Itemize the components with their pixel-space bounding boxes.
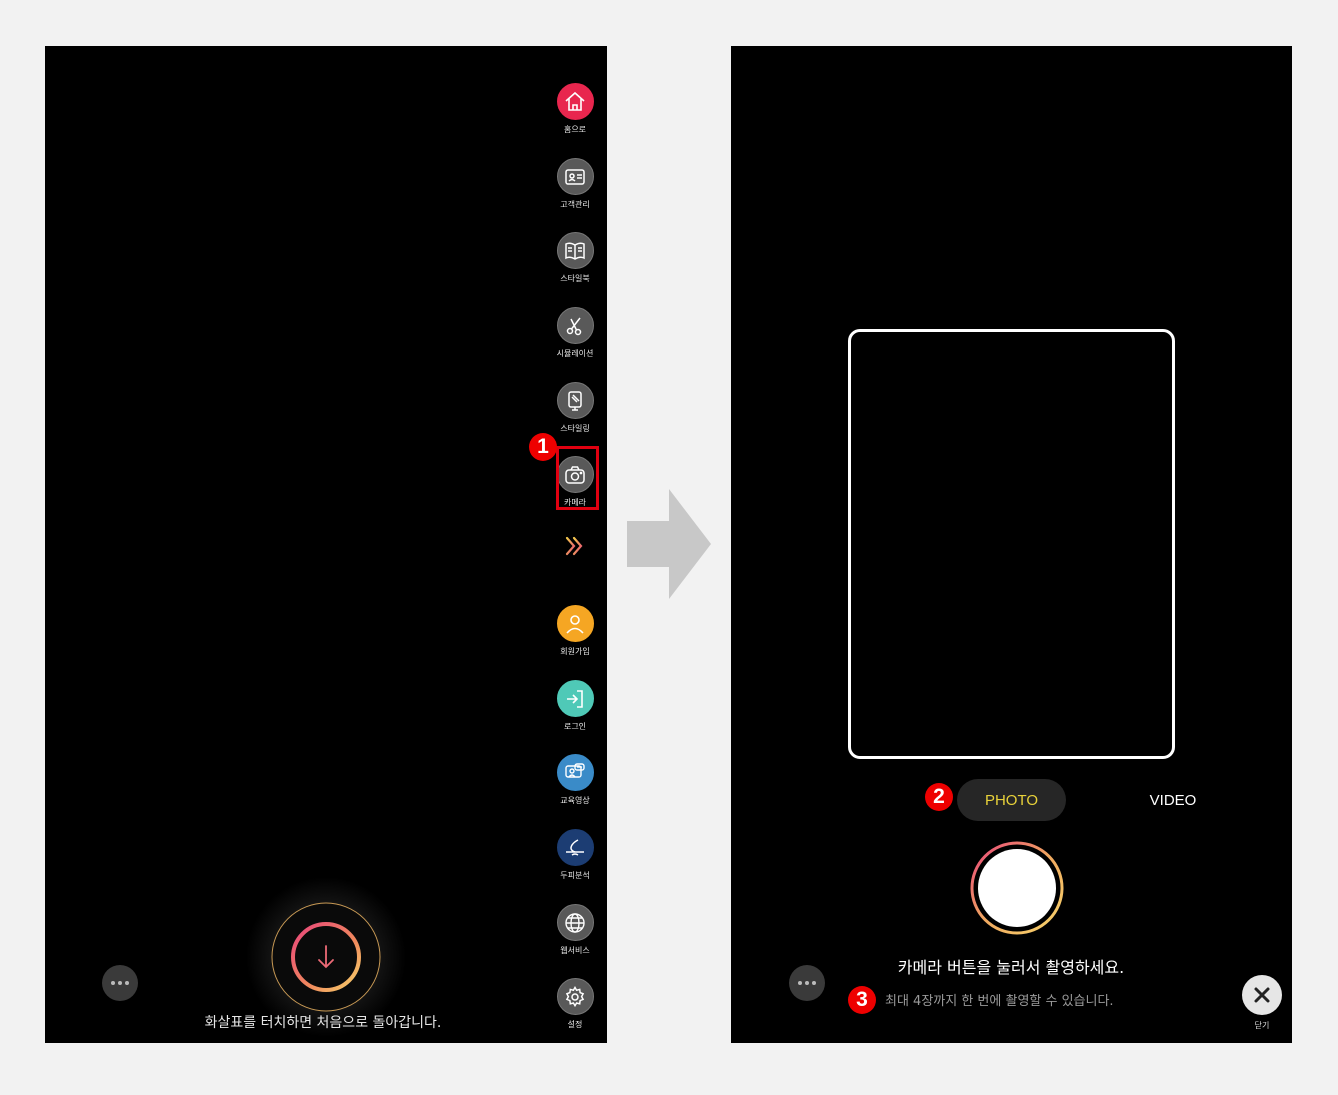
sidebar-label: 로그인 [563, 722, 587, 731]
sidebar-label: 두피분석 [560, 871, 590, 880]
close-icon [1242, 975, 1282, 1015]
right-screen: 2 PHOTO VIDEO 카메라 버튼을 눌러서 촬영하세요. 3 최대 4장… [731, 46, 1292, 1043]
step-badge-1: 1 [529, 433, 557, 461]
expand-chevron-icon[interactable] [562, 533, 588, 559]
sidebar-item-login[interactable]: 로그인 [545, 680, 605, 732]
gear-icon [556, 978, 594, 1015]
sidebar-label: 웹서비스 [560, 946, 590, 955]
close-label: 닫기 [1254, 1021, 1270, 1030]
sidebar-label: 설정 [567, 1020, 583, 1029]
dot [812, 981, 816, 985]
sidebar-item-home[interactable]: 홈으로 [545, 83, 605, 135]
globe-icon [556, 904, 594, 941]
camera-preview-frame [848, 329, 1175, 759]
login-icon [556, 680, 594, 717]
sidebar-label: 시뮬레이션 [556, 349, 594, 358]
shutter-button[interactable] [970, 841, 1064, 935]
instruction-text: 카메라 버튼을 눌러서 촬영하세요. [897, 958, 1125, 977]
step-badge-2: 2 [925, 783, 953, 811]
home-icon [556, 83, 594, 120]
sidebar-label: 스타일링 [560, 424, 590, 433]
mode-video-label: VIDEO [1149, 791, 1197, 809]
dot [805, 981, 809, 985]
person-icon [556, 605, 594, 642]
transition-arrow-icon [627, 489, 711, 599]
dot [111, 981, 115, 985]
scissors-icon [556, 307, 594, 344]
close-button[interactable]: 닫기 [1241, 975, 1283, 1035]
chat-video-icon [556, 754, 594, 791]
step-badge-3: 3 [848, 986, 876, 1014]
sidebar-item-web[interactable]: 웹서비스 [545, 904, 605, 956]
sidebar-item-scalp[interactable]: 두피분석 [545, 829, 605, 881]
book-icon [556, 232, 594, 269]
guide-text: 화살표를 터치하면 처음으로 돌아갑니다. [204, 1015, 442, 1031]
mirror-icon [556, 382, 594, 419]
more-menu-button[interactable] [789, 965, 825, 1001]
sidebar-item-stylebook[interactable]: 스타일북 [545, 232, 605, 284]
sidebar-item-signup[interactable]: 회원가입 [545, 605, 605, 657]
sidebar-label: 고객관리 [560, 200, 590, 209]
sidebar-item-education[interactable]: 교육영상 [545, 754, 605, 806]
sidebar-item-simulation[interactable]: 시뮬레이션 [545, 307, 605, 359]
sidebar-label: 스타일북 [560, 274, 590, 283]
id-card-icon [556, 158, 594, 195]
mode-photo-tab[interactable]: PHOTO [957, 779, 1066, 821]
sidebar-item-styling[interactable]: 스타일링 [545, 382, 605, 434]
camera-highlight-box [556, 446, 599, 510]
dot [798, 981, 802, 985]
sub-instruction-text: 최대 4장까지 한 번에 촬영할 수 있습니다. [885, 994, 1114, 1009]
dot [125, 981, 129, 985]
sidebar-label: 회원가입 [560, 647, 590, 656]
drop-icon [556, 829, 594, 866]
sidebar-item-customer[interactable]: 고객관리 [545, 158, 605, 210]
mode-photo-label: PHOTO [984, 791, 1039, 809]
sidebar-label: 홈으로 [563, 125, 587, 134]
dot [118, 981, 122, 985]
left-screen: 홈으로 고객관리 스타일북 시뮬레이션 스타일링 카메라 1 회원가입 로그인 … [45, 46, 607, 1043]
sidebar-label: 교육영상 [560, 796, 590, 805]
sidebar-item-settings[interactable]: 설정 [545, 978, 605, 1030]
mode-video-tab[interactable]: VIDEO [1131, 779, 1215, 821]
more-menu-button[interactable] [102, 965, 138, 1001]
